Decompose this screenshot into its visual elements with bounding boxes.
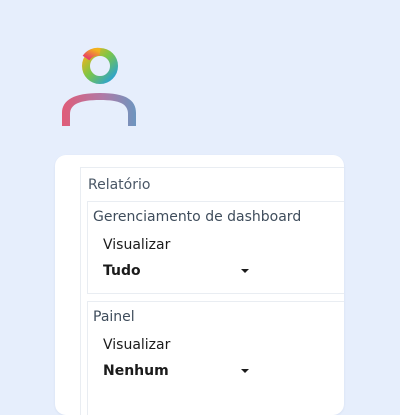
caret-down-icon (241, 369, 249, 373)
report-panel: Relatório Gerenciamento de dashboard Vis… (80, 167, 344, 415)
user-avatar-icon (62, 47, 136, 126)
section-title: Painel (93, 309, 135, 325)
view-label: Visualizar (103, 337, 171, 353)
section-title: Gerenciamento de dashboard (93, 209, 302, 225)
view-label: Visualizar (103, 237, 171, 253)
report-title: Relatório (88, 177, 151, 193)
view-select[interactable]: Tudo (103, 261, 249, 281)
section-dashboard-management: Gerenciamento de dashboard Visualizar Tu… (87, 201, 344, 294)
view-select[interactable]: Nenhum (103, 361, 249, 381)
caret-down-icon (241, 269, 249, 273)
permissions-card: Relatório Gerenciamento de dashboard Vis… (55, 155, 344, 415)
view-select-value: Nenhum (103, 363, 169, 379)
section-painel: Painel Visualizar Nenhum (87, 301, 344, 415)
view-select-value: Tudo (103, 263, 141, 279)
